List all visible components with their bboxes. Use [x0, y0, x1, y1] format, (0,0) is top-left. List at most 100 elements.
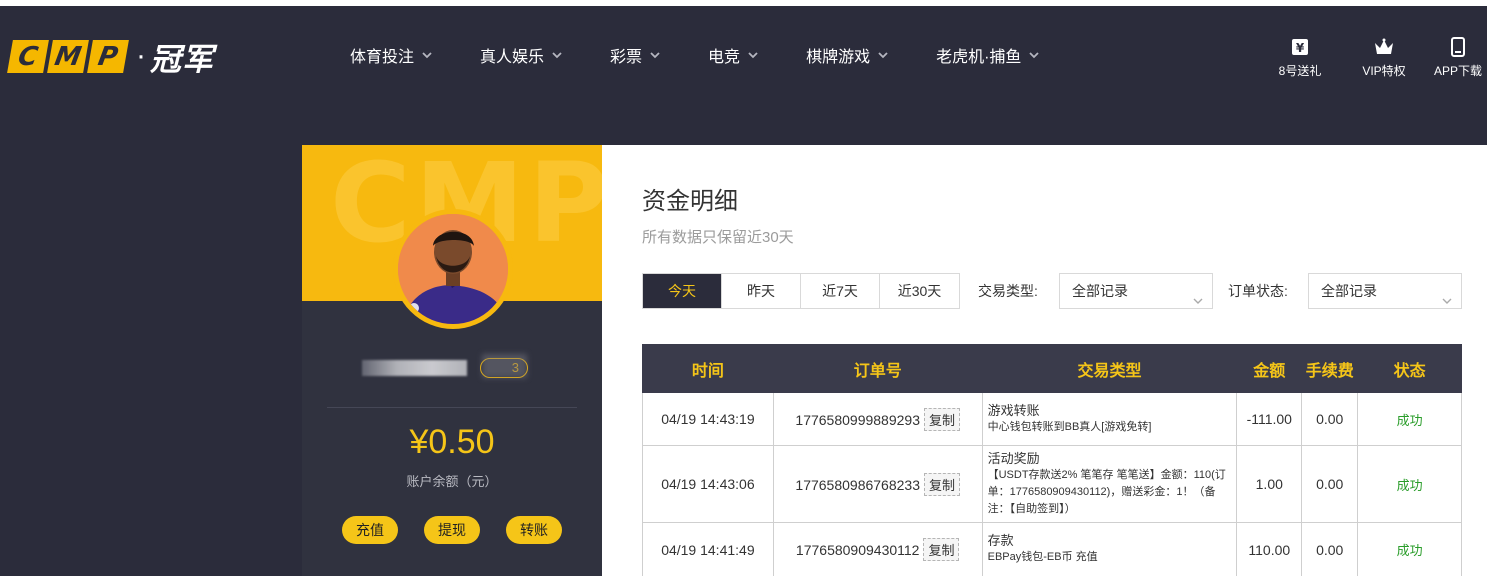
page-subtitle: 所有数据只保留近30天	[642, 229, 794, 246]
nav-item-label: 真人娱乐	[480, 49, 545, 66]
order-number: 1776580999889293	[795, 411, 920, 428]
logo-suffix: 冠军	[150, 41, 214, 78]
chevron-down-icon	[1192, 285, 1204, 304]
type-title: 存款	[987, 533, 1014, 548]
balance-label: 账户余额（元）	[406, 474, 498, 489]
tab-last-30-days[interactable]: 近30天	[880, 274, 959, 308]
divider	[327, 407, 577, 408]
date-range-tabs: 今天 昨天 近7天 近30天	[642, 273, 960, 309]
column-header-status: 状态	[1357, 344, 1462, 393]
cell-status: 成功	[1357, 445, 1462, 523]
header-link-label: VIP特权	[1362, 64, 1406, 78]
withdraw-button[interactable]: 提现	[424, 516, 480, 544]
logo-letter: C	[7, 39, 49, 73]
tab-last-7-days[interactable]: 近7天	[801, 274, 880, 308]
nav-item-card-games[interactable]: 棋牌游戏	[806, 44, 888, 66]
header-link-label: APP下载	[1433, 64, 1482, 78]
site-header: C M P · 冠军 体育投注 真人娱乐 彩票 电竞 棋牌游戏 老虎机·捕鱼 ¥…	[0, 6, 1487, 106]
cell-time: 04/19 14:43:06	[642, 445, 774, 523]
copy-button[interactable]: 复制	[923, 407, 960, 431]
avatar[interactable]	[398, 214, 508, 324]
mobile-icon	[1447, 36, 1469, 58]
column-header-order: 订单号	[772, 344, 983, 393]
chevron-down-icon	[748, 50, 758, 60]
nav-item-label: 棋牌游戏	[806, 49, 871, 66]
header-link-gift[interactable]: ¥ 8号送礼	[1265, 36, 1335, 79]
nav-item-lottery[interactable]: 彩票	[610, 44, 660, 66]
svg-text:¥: ¥	[1296, 41, 1305, 55]
cell-time: 04/19 14:43:19	[642, 392, 774, 446]
header-quick-links: ¥ 8号送礼 VIP特权 APP下载	[1265, 36, 1487, 79]
main-nav: 体育投注 真人娱乐 彩票 电竞 棋牌游戏 老虎机·捕鱼	[350, 44, 1040, 66]
nav-item-sports[interactable]: 体育投注	[350, 44, 432, 66]
yen-gift-icon: ¥	[1289, 36, 1311, 58]
nav-item-label: 电竞	[708, 49, 741, 66]
cell-amount: -111.00	[1236, 392, 1303, 446]
cell-fee: 0.00	[1301, 392, 1359, 446]
nav-item-label: 体育投注	[350, 49, 415, 66]
username-redacted	[362, 360, 467, 376]
copy-button[interactable]: 复制	[923, 538, 960, 561]
cell-type: 存款 EBPay钱包-EB币 充值	[981, 522, 1238, 576]
cell-fee: 0.00	[1301, 522, 1359, 576]
type-title: 游戏转账	[987, 402, 1040, 418]
cell-type: 活动奖励 【USDT存款送2% 笔笔存 笔笔送】金额：110(订单：177658…	[981, 445, 1238, 523]
cell-status: 成功	[1357, 392, 1462, 446]
header-link-vip[interactable]: VIP特权	[1349, 36, 1419, 79]
crown-icon	[1373, 36, 1395, 58]
funds-detail-panel: 资金明细 所有数据只保留近30天 今天 昨天 近7天 近30天 交易类型: 全部…	[602, 145, 1487, 576]
nav-item-label: 老虎机·捕鱼	[936, 49, 1022, 66]
order-number: 1776580909430112	[795, 542, 920, 558]
transaction-type-label: 交易类型:	[978, 283, 1038, 299]
type-detail: 【USDT存款送2% 笔笔存 笔笔送】金额：110(订单：17765809094…	[987, 468, 1226, 515]
column-header-amount: 金额	[1236, 344, 1303, 393]
copy-button[interactable]: 复制	[923, 472, 960, 496]
transaction-type-select[interactable]: 全部记录	[1059, 273, 1213, 309]
type-detail: EBPay钱包-EB币 充值	[987, 551, 1098, 563]
deposit-button[interactable]: 充值	[342, 516, 398, 544]
transactions-table: 时间 订单号 交易类型 金额 手续费 状态 04/19 14:43:19 177…	[642, 344, 1462, 576]
transfer-button[interactable]: 转账	[506, 516, 562, 544]
chevron-down-icon	[650, 50, 660, 60]
logo-dot: ·	[136, 39, 146, 72]
page-title: 资金明细	[642, 188, 738, 215]
table-row: 04/19 14:43:06 1776580986768233 复制 活动奖励 【…	[642, 445, 1462, 523]
cell-status: 成功	[1357, 522, 1462, 576]
site-logo[interactable]: C M P · 冠军	[7, 38, 214, 78]
column-header-type: 交易类型	[981, 344, 1238, 393]
column-header-time: 时间	[642, 344, 774, 393]
profile-panel: CMP 3 ¥0.50 账户余额（元） 充值 提现 转账	[302, 145, 602, 576]
logo-letter: M	[47, 39, 89, 73]
cell-order: 1776580999889293 复制	[772, 392, 983, 446]
cell-time: 04/19 14:41:49	[642, 522, 774, 576]
chevron-down-icon	[878, 50, 888, 60]
chevron-down-icon	[552, 50, 562, 60]
order-status-label: 订单状态:	[1228, 283, 1288, 299]
nav-item-slots-fishing[interactable]: 老虎机·捕鱼	[936, 44, 1040, 66]
logo-letter: P	[87, 39, 129, 73]
avatar-ring	[393, 209, 513, 329]
order-status-select[interactable]: 全部记录	[1308, 273, 1462, 309]
username: 3	[362, 354, 542, 380]
chevron-down-icon	[1441, 285, 1453, 304]
cell-fee: 0.00	[1301, 445, 1359, 523]
nav-item-live-casino[interactable]: 真人娱乐	[480, 44, 562, 66]
tab-today[interactable]: 今天	[643, 274, 722, 308]
nav-item-esports[interactable]: 电竞	[708, 44, 758, 66]
cell-type: 游戏转账 中心钱包转账到BB真人[游戏免转]	[981, 392, 1238, 446]
chevron-down-icon	[422, 50, 432, 60]
nav-item-label: 彩票	[610, 49, 643, 66]
cell-order: 1776580986768233 复制	[772, 445, 983, 523]
tab-yesterday[interactable]: 昨天	[722, 274, 801, 308]
column-header-fee: 手续费	[1301, 344, 1359, 393]
header-link-app[interactable]: APP下载	[1429, 36, 1487, 79]
vip-badge-redacted	[482, 354, 527, 378]
type-title: 活动奖励	[987, 450, 1040, 466]
select-value: 全部记录	[1321, 283, 1377, 299]
cell-amount: 110.00	[1236, 522, 1303, 576]
header-link-label: 8号送礼	[1278, 64, 1322, 78]
table-row: 04/19 14:43:19 1776580999889293 复制 游戏转账 中…	[642, 392, 1462, 446]
table-row: 04/19 14:41:49 1776580909430112 复制 存款 EBP…	[642, 522, 1462, 576]
cell-order: 1776580909430112 复制	[772, 522, 983, 576]
select-value: 全部记录	[1072, 283, 1128, 299]
